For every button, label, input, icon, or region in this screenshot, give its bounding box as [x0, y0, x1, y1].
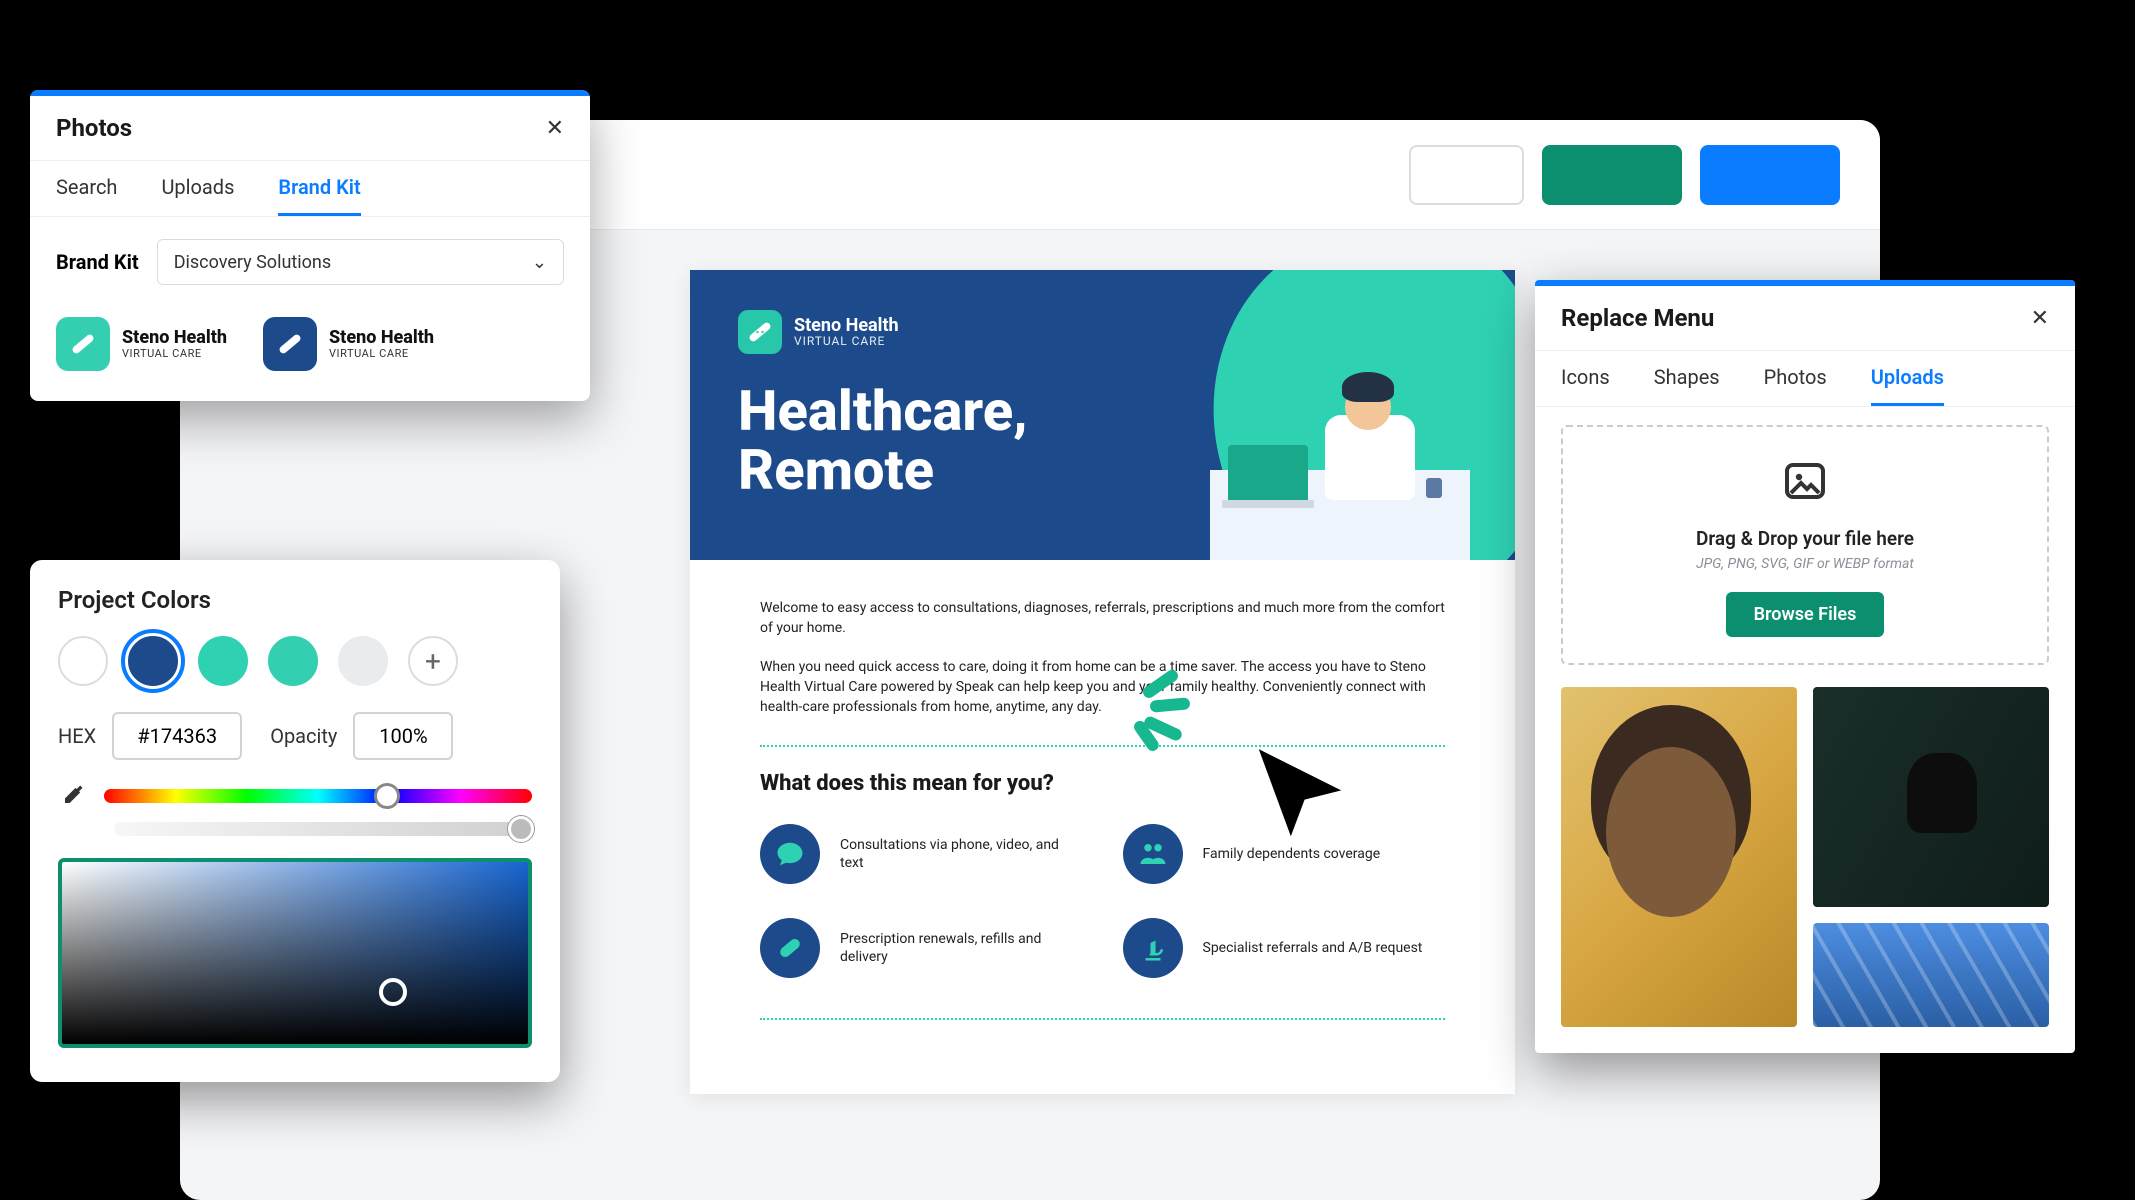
flyer-para-2: When you need quick access to care, doin…	[760, 657, 1445, 718]
flyer-title-line1: Healthcare,	[738, 378, 1028, 444]
feature-item: Specialist referrals and A/B request	[1123, 918, 1446, 978]
brand-logo-navy[interactable]: Steno Health VIRTUAL CARE	[263, 317, 434, 371]
replace-menu-title: Replace Menu	[1561, 304, 1714, 332]
tab-uploads[interactable]: Uploads	[1871, 365, 1944, 406]
tab-brand-kit[interactable]: Brand Kit	[278, 175, 360, 216]
family-icon	[1123, 824, 1183, 884]
upload-thumbnails	[1535, 687, 2075, 1053]
brand-name: Steno Health	[329, 328, 434, 348]
bandaid-icon	[263, 317, 317, 371]
doctor-illustration	[1210, 370, 1470, 560]
tab-shapes[interactable]: Shapes	[1654, 365, 1720, 406]
brand-sub: VIRTUAL CARE	[122, 348, 227, 360]
tab-uploads[interactable]: Uploads	[161, 175, 234, 216]
brand-logo-teal[interactable]: Steno Health VIRTUAL CARE	[56, 317, 227, 371]
topbar-button-primary-blue[interactable]	[1700, 145, 1840, 205]
flyer-logo-name: Steno Health	[794, 316, 899, 336]
bandaid-icon	[738, 310, 782, 354]
flyer-para-1: Welcome to easy access to consultations,…	[760, 598, 1445, 639]
hex-input[interactable]	[112, 712, 242, 760]
flyer-logo-sub: VIRTUAL CARE	[794, 335, 899, 348]
flyer-hero: Steno Health VIRTUAL CARE Healthcare, Re…	[690, 270, 1515, 560]
cursor-icon	[1245, 740, 1355, 854]
replace-tabs: Icons Shapes Photos Uploads	[1535, 351, 2075, 407]
topbar-button-primary-green[interactable]	[1542, 145, 1682, 205]
feature-text: Consultations via phone, video, and text	[840, 836, 1083, 874]
brand-kit-select[interactable]: Discovery Solutions ⌄	[157, 239, 564, 285]
thumbnail-image[interactable]	[1561, 687, 1797, 1027]
brand-kit-label: Brand Kit	[56, 250, 139, 274]
saturation-box[interactable]	[58, 858, 532, 1048]
brand-name: Steno Health	[122, 328, 227, 348]
topbar-button-outline[interactable]	[1409, 145, 1524, 205]
accent-strokes	[1150, 675, 1190, 753]
image-icon	[1781, 457, 1829, 505]
project-colors-title: Project Colors	[58, 586, 532, 614]
add-color-button[interactable]: +	[408, 636, 458, 686]
opacity-slider[interactable]	[114, 822, 532, 836]
color-swatch[interactable]	[198, 636, 248, 686]
microscope-icon	[1123, 918, 1183, 978]
feature-item: Prescription renewals, refills and deliv…	[760, 918, 1083, 978]
tab-search[interactable]: Search	[56, 175, 117, 216]
pill-icon	[760, 918, 820, 978]
feature-item: Consultations via phone, video, and text	[760, 824, 1083, 884]
close-icon[interactable]: ✕	[2031, 306, 2049, 331]
brand-sub: VIRTUAL CARE	[329, 348, 434, 360]
tab-icons[interactable]: Icons	[1561, 365, 1610, 406]
saturation-thumb[interactable]	[379, 978, 407, 1006]
hue-slider[interactable]	[104, 789, 532, 803]
color-swatch[interactable]	[268, 636, 318, 686]
color-swatch[interactable]	[338, 636, 388, 686]
dotted-divider	[760, 1018, 1445, 1020]
thumbnail-image[interactable]	[1813, 687, 2049, 907]
dropzone-subtitle: JPG, PNG, SVG, GIF or WEBP format	[1583, 556, 2027, 572]
brand-kit-selected: Discovery Solutions	[174, 252, 331, 273]
flyer-body: Welcome to easy access to consultations,…	[690, 560, 1515, 1094]
color-swatch[interactable]	[128, 636, 178, 686]
photos-panel-title: Photos	[56, 114, 132, 142]
photos-panel: Photos ✕ Search Uploads Brand Kit Brand …	[30, 90, 590, 401]
tab-photos[interactable]: Photos	[1764, 365, 1827, 406]
opacity-label: Opacity	[270, 724, 337, 748]
hex-label: HEX	[58, 724, 96, 748]
feature-text: Specialist referrals and A/B request	[1203, 939, 1423, 958]
dropzone-title: Drag & Drop your file here	[1583, 527, 2027, 550]
feature-text: Prescription renewals, refills and deliv…	[840, 930, 1083, 968]
thumbnail-image[interactable]	[1813, 923, 2049, 1027]
flyer-logo: Steno Health VIRTUAL CARE	[738, 310, 1467, 354]
upload-dropzone[interactable]: Drag & Drop your file here JPG, PNG, SVG…	[1561, 425, 2049, 665]
color-swatch[interactable]	[58, 636, 108, 686]
hue-thumb[interactable]	[374, 783, 400, 809]
browse-files-button[interactable]: Browse Files	[1726, 592, 1885, 637]
eyedropper-icon[interactable]	[58, 782, 86, 810]
replace-menu-panel: Replace Menu ✕ Icons Shapes Photos Uploa…	[1535, 280, 2075, 1053]
opacity-input[interactable]	[353, 712, 453, 760]
bandaid-icon	[56, 317, 110, 371]
color-swatches: +	[58, 636, 532, 686]
opacity-thumb[interactable]	[508, 816, 534, 842]
flyer-title-line2: Remote	[738, 437, 934, 503]
flyer-document[interactable]: Steno Health VIRTUAL CARE Healthcare, Re…	[690, 270, 1515, 1094]
project-colors-panel: Project Colors + HEX Opacity	[30, 560, 560, 1082]
chevron-down-icon: ⌄	[532, 252, 547, 273]
chat-icon	[760, 824, 820, 884]
photos-tabs: Search Uploads Brand Kit	[30, 161, 590, 217]
close-icon[interactable]: ✕	[546, 116, 564, 141]
